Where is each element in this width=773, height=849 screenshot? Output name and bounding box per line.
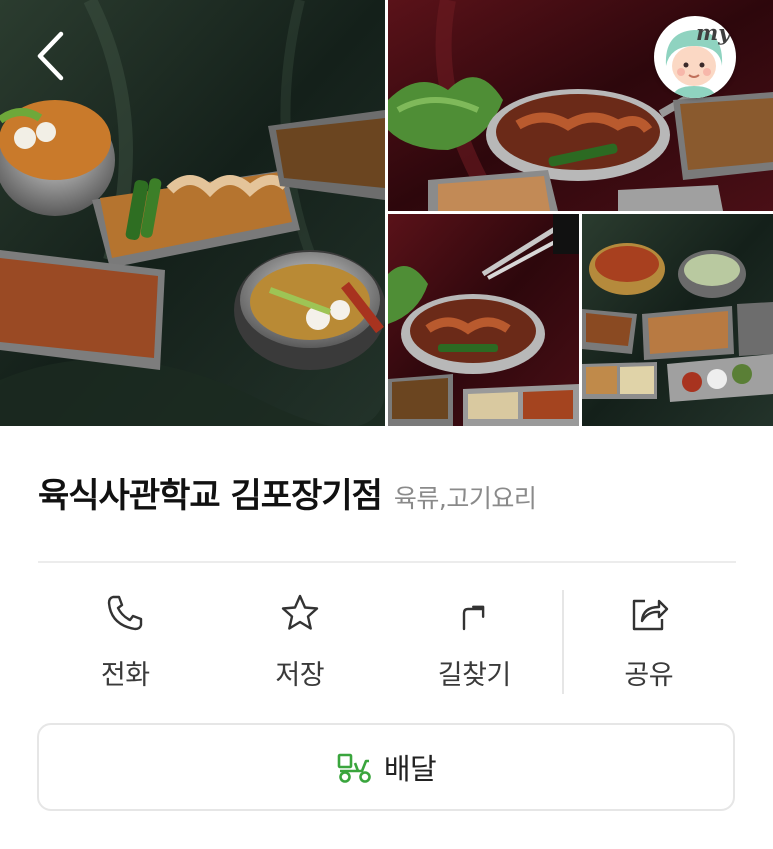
photo-gallery[interactable]: my	[0, 0, 773, 426]
share-button[interactable]: 공유	[562, 585, 737, 695]
profile-badge-text: my	[696, 20, 731, 45]
action-separator	[562, 590, 564, 694]
delivery-button[interactable]: 배달	[37, 723, 735, 811]
action-bar: 전화 저장 길찾기 공유	[38, 585, 736, 695]
star-icon	[278, 591, 322, 635]
phone-icon	[103, 591, 147, 635]
chevron-left-icon	[35, 31, 65, 85]
delivery-button-label: 배달	[383, 752, 437, 786]
place-detail-page: my 육식사관학교 김포장기점 육류,고기요리 전화 저장 길찾기 공유 배달	[0, 0, 773, 849]
call-button[interactable]: 전화	[38, 585, 213, 695]
store-name: 육식사관학교 김포장기점	[38, 476, 383, 516]
store-title-row: 육식사관학교 김포장기점 육류,고기요리	[38, 468, 738, 517]
gallery-photo-sides[interactable]	[582, 214, 773, 426]
my-profile-button[interactable]: my	[654, 16, 736, 98]
directions-button[interactable]: 길찾기	[387, 585, 562, 695]
store-category: 육류,고기요리	[393, 484, 537, 513]
share-button-label: 공유	[624, 660, 674, 691]
save-button-label: 저장	[275, 660, 325, 691]
back-button[interactable]	[28, 30, 72, 86]
share-icon	[627, 591, 671, 635]
divider	[38, 561, 736, 563]
directions-icon	[452, 591, 496, 635]
delivery-scooter-icon	[336, 749, 374, 785]
call-button-label: 전화	[100, 660, 150, 691]
save-button[interactable]: 저장	[213, 585, 388, 695]
gallery-photo-serving[interactable]	[388, 214, 579, 426]
directions-button-label: 길찾기	[437, 660, 512, 691]
